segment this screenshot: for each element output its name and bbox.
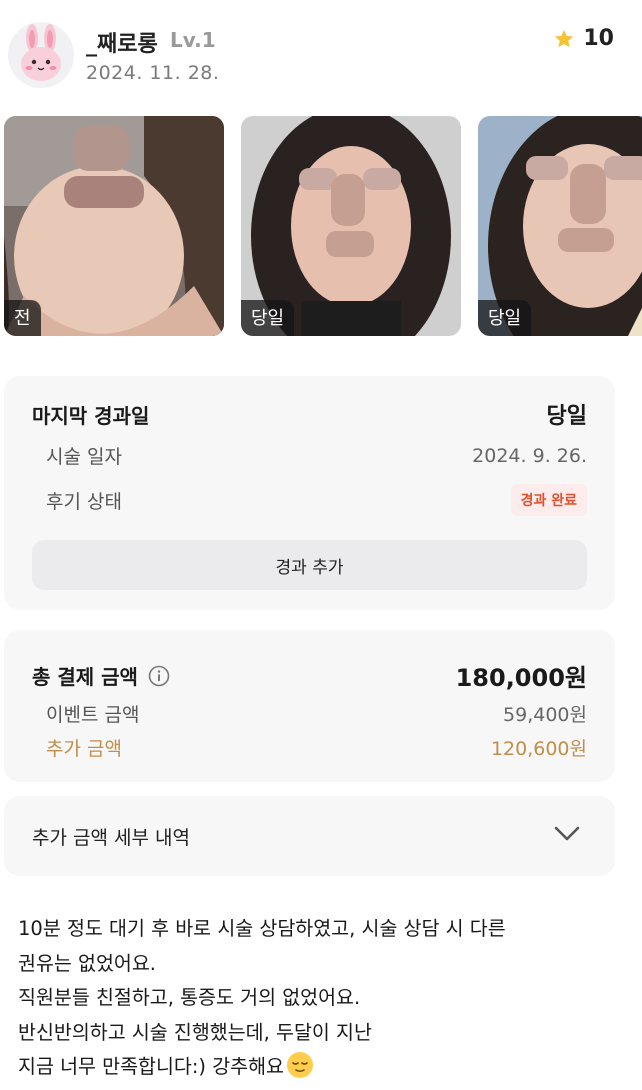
- review-line: 직원분들 친절하고, 통증도 거의 없었어요.: [18, 986, 361, 1009]
- last-result-label: 마지막 경과일: [32, 403, 150, 428]
- procedure-date-label: 시술 일자: [46, 446, 122, 468]
- event-price-row: 이벤트 금액 59,400원: [32, 700, 587, 727]
- review-line: 지금 너무 만족합니다:) 강추해요: [18, 1055, 284, 1078]
- star-icon: [555, 29, 574, 47]
- bunny-avatar-icon[interactable]: [8, 22, 74, 88]
- info-icon[interactable]: [148, 665, 170, 687]
- author-name[interactable]: _째로롱: [86, 26, 158, 58]
- last-result-row: 마지막 경과일 당일: [32, 398, 587, 430]
- review-date: 2024. 11. 28.: [86, 62, 220, 84]
- result-card: 마지막 경과일 당일 시술 일자 2024. 9. 26. 후기 상태 경과 완…: [4, 376, 615, 610]
- review-status-row: 후기 상태 경과 완료: [32, 484, 587, 516]
- review-body: 10분 정도 대기 후 바로 시술 상담하였고, 시술 상담 시 다른 권유는 …: [18, 912, 628, 1085]
- total-payment-label: 총 결제 금액: [32, 665, 138, 689]
- review-header: _째로롱 Lv.1 2024. 11. 28. 10: [0, 0, 642, 100]
- review-last-line: 지금 너무 만족합니다:) 강추해요: [18, 1050, 628, 1085]
- status-badge: 경과 완료: [510, 484, 587, 516]
- chevron-down-icon[interactable]: [553, 824, 581, 844]
- extra-price-row: 추가 금액 120,600원: [32, 734, 587, 761]
- procedure-date-value: 2024. 9. 26.: [472, 444, 587, 467]
- total-payment-value: 180,000원: [455, 664, 587, 692]
- extra-price-detail-label: 추가 금액 세부 내역: [32, 827, 190, 849]
- event-price-label: 이벤트 금액: [46, 704, 140, 726]
- add-progress-button[interactable]: 경과 추가: [32, 540, 587, 590]
- review-status-label: 후기 상태: [46, 490, 122, 513]
- event-price-value: 59,400원: [503, 704, 587, 726]
- review-line: 10분 정도 대기 후 바로 시술 상담하였고, 시술 상담 시 다른: [18, 917, 506, 940]
- author-level: Lv.1: [170, 28, 216, 52]
- extra-price-label: 추가 금액: [46, 738, 122, 760]
- total-payment-label-group: 총 결제 금액: [32, 661, 170, 690]
- photo-label: 당일: [478, 300, 532, 336]
- procedure-date-row: 시술 일자 2024. 9. 26.: [32, 442, 587, 469]
- relieved-face-emoji: [287, 1052, 313, 1078]
- rating-value: 10: [583, 26, 614, 51]
- review-photo[interactable]: 당일: [241, 116, 461, 336]
- photo-strip[interactable]: 전 당일 당일: [0, 116, 642, 336]
- last-result-value: 당일: [546, 404, 587, 429]
- review-line: 반신반의하고 시술 진행했는데, 두달이 지난: [18, 1020, 372, 1044]
- payment-card: 총 결제 금액 180,000원 이벤트 금액 59,400원 추가 금액 12…: [4, 630, 615, 782]
- review-photo[interactable]: 당일: [478, 116, 642, 336]
- extra-price-detail-toggle[interactable]: 추가 금액 세부 내역: [4, 796, 615, 876]
- review-photo[interactable]: 전: [4, 116, 224, 336]
- rating: 10: [553, 26, 614, 51]
- extra-price-value: 120,600원: [490, 738, 587, 760]
- review-line: 권유는 없었어요.: [18, 951, 156, 975]
- photo-label: 당일: [241, 300, 295, 336]
- photo-label: 전: [4, 300, 41, 336]
- total-payment-row: 총 결제 금액 180,000원: [32, 658, 587, 693]
